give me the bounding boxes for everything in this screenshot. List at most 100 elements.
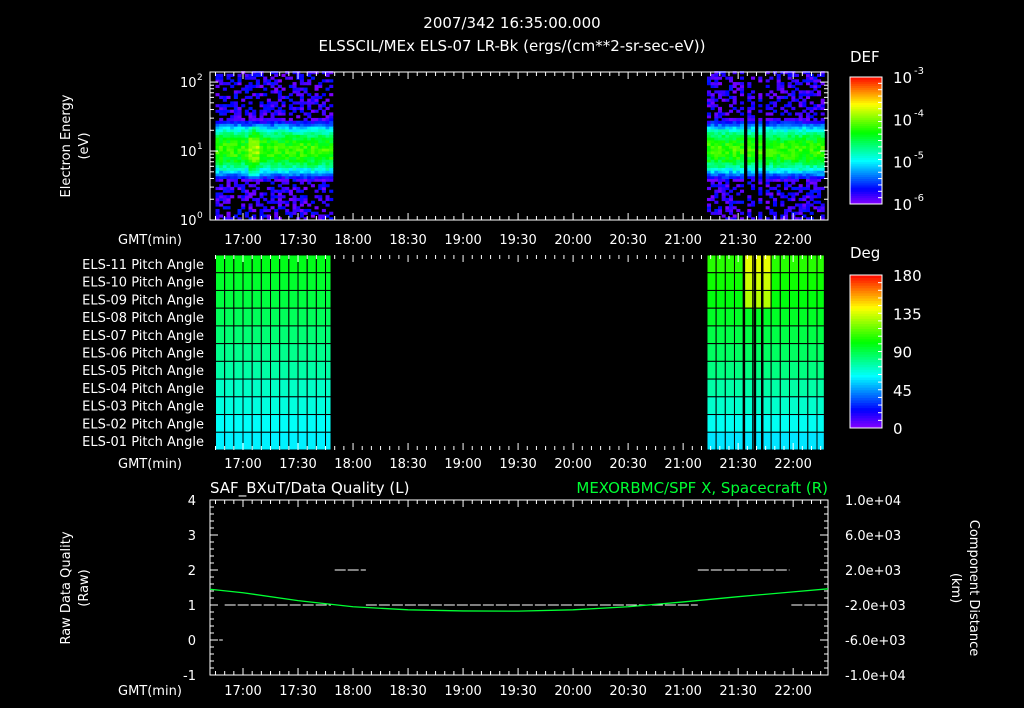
spectrogram-cell [307,148,312,152]
spectrogram-cell [791,140,796,144]
spectrogram-cell [750,184,756,188]
pitch-angle-cell [288,360,299,380]
spectrogram-cell [314,131,319,135]
spectrogram-cell [816,131,822,135]
spectrogram-cell [717,178,723,182]
spectrogram-cell [813,153,818,157]
spectrogram-cell [714,73,719,77]
spectrogram-cell [809,90,814,94]
spectrogram-cell [710,123,715,127]
spectrogram-cell [263,112,268,116]
spectrogram-cell [288,93,293,97]
spectrogram-cell [303,200,308,204]
spectrogram-cell [329,123,334,127]
spectrogram-cell [780,84,785,88]
pitch-angle-cell [270,307,281,327]
pitch-angle-cell [798,254,809,274]
spectrogram-cell [706,148,712,152]
spectrogram-cell [248,148,253,152]
spectrogram-cell [255,82,260,86]
spectrogram-cell [787,156,792,160]
spectrogram-cell [725,153,730,157]
spectrogram-cell [321,123,326,127]
spectrogram-cell [244,112,249,116]
spectrogram-cell [219,184,224,188]
spectrogram-cell [747,93,752,97]
spectrogram-cell [714,82,719,86]
spectrogram-cell [813,145,818,149]
spectrogram-cell [310,123,315,127]
spectrogram-cell [292,208,297,213]
spectrogram-cell [758,120,763,124]
spectrogram-cell [787,178,792,182]
spectrogram-cell [270,115,275,119]
spectrogram-cell [321,186,326,191]
pitch-angle-cell [724,431,735,451]
pitch-angle-cell [733,289,745,309]
pitch-angle-cell [706,343,717,362]
spectrogram-cell [274,73,279,77]
spectrogram-cell [739,178,745,182]
pitch-angle-cell [779,343,790,362]
spectrogram-cell [816,153,822,157]
spectrogram-cell [794,131,800,135]
spectrogram-cell [802,167,807,171]
pitch-angle-cell [279,272,290,291]
spectrogram-cell [230,186,235,191]
spectrogram-cell [758,200,763,204]
time-tick-label: 20:30 [609,233,646,248]
spectrogram-cell [314,93,319,97]
spectrogram-cell [805,76,811,80]
spectrogram-cell [325,164,330,168]
spectrogram-cell [292,106,297,111]
spectrogram-cell [288,128,293,133]
spectrogram-cell [820,140,825,144]
spectrogram-cell [780,175,785,180]
spectrogram-cell [739,173,745,177]
spectrogram-cell [787,131,792,135]
spectrogram-cell [222,82,227,86]
spectrogram-cell [728,175,734,180]
spectrogram-cell [219,95,224,100]
spectrogram-cell [721,131,726,135]
spectrogram-cell [714,137,719,141]
spectrogram-cell [732,134,737,138]
spectrogram-cell [721,137,726,141]
pitch-angle-cell [315,272,327,291]
spectrogram-cell [736,128,741,133]
spectrogram-cell [787,175,792,180]
spectrogram-cell [281,134,286,138]
energy-tick-exponent: 2 [197,73,203,83]
spectrogram-cell [266,123,271,127]
pitch-angle-cell [733,254,745,274]
spectrogram-cell [296,120,301,124]
spectrogram-cell [233,126,238,130]
spectrogram-cell [787,123,792,127]
spectrogram-cell [263,126,268,130]
spectrogram-cell [809,140,814,144]
quality-axis-title: Raw Data Quality [59,531,74,644]
spectrogram-cell [772,148,778,152]
spectrogram-cell [813,131,818,135]
spectrogram-cell [270,181,275,185]
distance-tick-label: 1.0e+04 [845,494,901,509]
pitch-angle-cell [215,307,226,327]
spectrogram-cell [765,159,770,163]
spectrogram-cell [285,170,290,174]
spectrogram-cell [248,195,253,199]
spectrogram-cell [307,173,312,177]
spectrogram-cell [816,123,822,127]
spectrogram-cell [736,126,741,130]
spectrogram-cell [809,142,814,146]
spectrogram-cell [805,128,811,133]
spectrogram-cell [329,159,334,163]
pitch-angle-cell [260,272,272,291]
spectrogram-cell [259,137,264,141]
spectrogram-cell [765,106,770,111]
spectrogram-cell [277,109,282,113]
quality-axis-unit: (Raw) [77,569,92,607]
spectrogram-cell [758,109,763,113]
spectrogram-cell [252,167,257,171]
spectrogram-cell [274,211,279,215]
spectrogram-cell [321,184,326,188]
